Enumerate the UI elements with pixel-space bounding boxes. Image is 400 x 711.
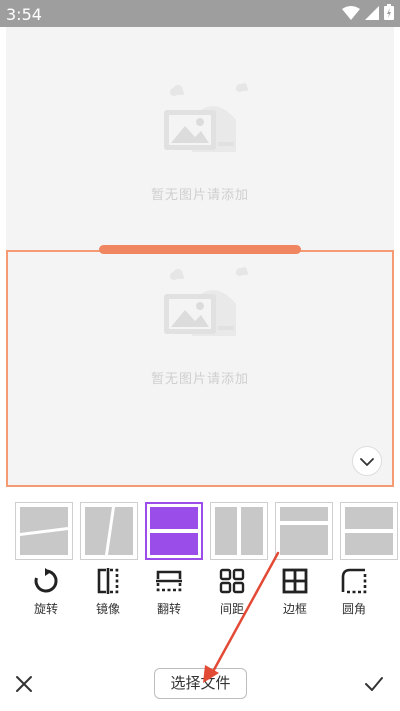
image-placeholder-icon: [100, 82, 300, 154]
tool-label: 旋转: [33, 602, 58, 616]
rounded-corner-icon: [329, 568, 379, 594]
close-button[interactable]: [12, 672, 36, 696]
layout-option-diagonal-vertical[interactable]: [80, 502, 138, 560]
empty-placeholder: 暂无图片请添加: [100, 266, 300, 387]
placeholder-text: 暂无图片请添加: [150, 188, 249, 203]
chevron-down-icon: [360, 452, 374, 471]
image-placeholder-icon: [100, 266, 300, 338]
battery-icon: [384, 4, 394, 24]
spacing-tool[interactable]: 间距: [207, 568, 257, 628]
mirror-icon: [83, 568, 133, 594]
layout-option-top-heavy[interactable]: [275, 502, 333, 560]
expand-button[interactable]: [352, 446, 382, 476]
wifi-icon: [342, 5, 360, 24]
collage-frame-top[interactable]: 暂无图片请添加: [6, 27, 394, 250]
cell-signal-icon: [365, 5, 379, 24]
status-time: 3:54: [6, 5, 42, 24]
spacing-icon: [207, 568, 257, 594]
layout-option-stacked[interactable]: [340, 502, 398, 560]
flip-icon: [144, 568, 194, 594]
edit-tools: 旋转 镜像 翻转 间距 边框 圆角: [0, 568, 400, 628]
rounded-corner-tool[interactable]: 圆角: [329, 568, 379, 628]
layout-option-horizontal-selected[interactable]: [145, 502, 203, 560]
check-icon: [362, 677, 386, 700]
status-bar: 3:54: [0, 0, 400, 27]
select-file-button[interactable]: 选择文件: [154, 668, 247, 699]
bottom-bar: 选择文件: [0, 660, 400, 711]
tool-label: 间距: [219, 602, 244, 616]
tool-label: 镜像: [95, 602, 120, 616]
tool-label: 翻转: [156, 602, 181, 616]
flip-tool[interactable]: 翻转: [144, 568, 194, 628]
close-icon: [12, 676, 36, 700]
divider-drag-handle[interactable]: [99, 245, 301, 254]
rotate-icon: [21, 568, 71, 594]
collage-frame-bottom-selected[interactable]: 暂无图片请添加: [6, 250, 394, 487]
border-tool[interactable]: 边框: [270, 568, 320, 628]
confirm-button[interactable]: [362, 672, 386, 696]
mirror-tool[interactable]: 镜像: [83, 568, 133, 628]
empty-placeholder: 暂无图片请添加: [100, 82, 300, 203]
tool-label: 边框: [282, 602, 307, 616]
border-icon: [270, 568, 320, 594]
layout-options: [0, 501, 400, 563]
layout-option-diagonal-horizontal[interactable]: [15, 502, 73, 560]
placeholder-text: 暂无图片请添加: [150, 372, 249, 387]
tool-label: 圆角: [341, 602, 366, 616]
rotate-tool[interactable]: 旋转: [21, 568, 71, 628]
status-icons: [342, 4, 394, 24]
layout-option-vertical[interactable]: [210, 502, 268, 560]
